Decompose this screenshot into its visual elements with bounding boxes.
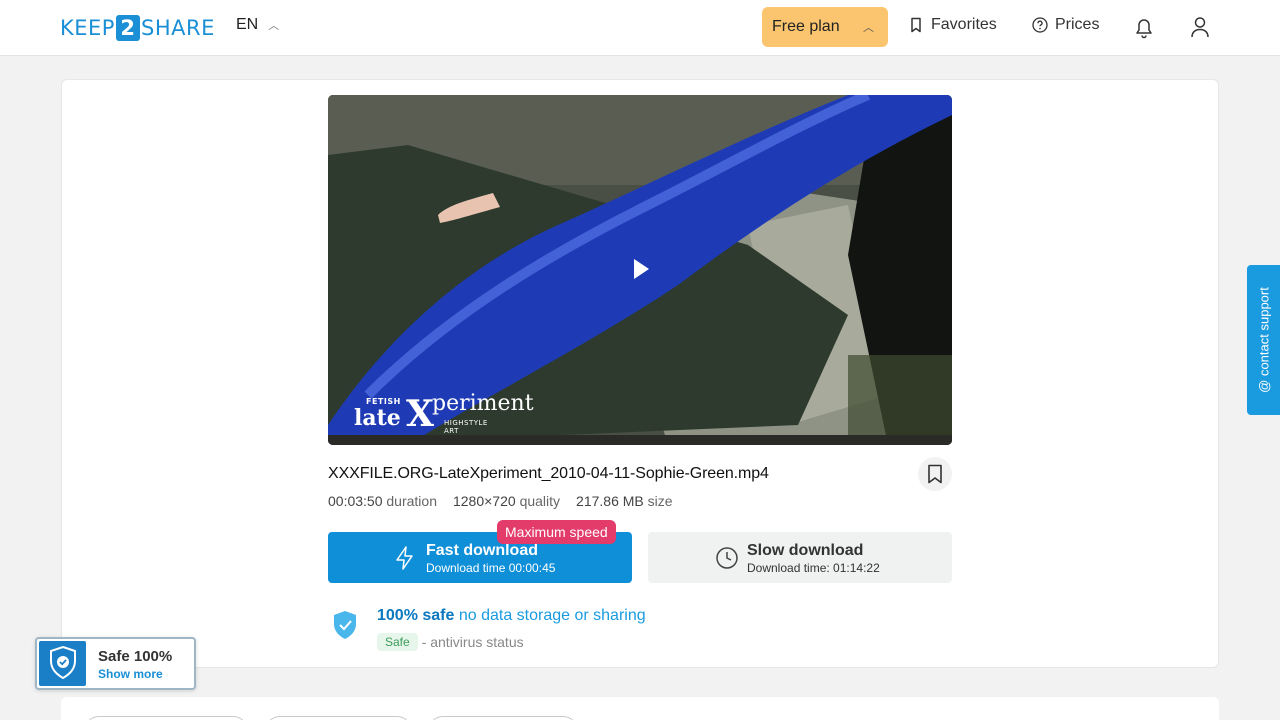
watermark-late: late (354, 405, 401, 431)
safety-bold: 100% safe (377, 607, 455, 624)
quality-meta: 1280×720 quality (452, 493, 561, 509)
fast-download-time: Download time 00:00:45 (426, 561, 556, 575)
shield-icon (39, 641, 86, 686)
favorites-label: Favorites (931, 16, 997, 33)
clock-icon (716, 547, 738, 569)
show-more-link[interactable]: Show more (98, 667, 163, 681)
lightning-icon (396, 546, 413, 570)
bookmark-icon (911, 17, 921, 33)
logo-text-keep: KEEP (60, 16, 115, 40)
favorites-link[interactable]: Favorites (908, 16, 997, 34)
watermark-highstyle: HIGHSTYLE ART (444, 419, 488, 435)
duration-meta: 00:03:50 duration (328, 493, 437, 509)
safe-badge-title: Safe 100% (98, 648, 173, 665)
safe-badge[interactable]: Safe 100% Show more (35, 637, 196, 690)
shield-check-icon (334, 611, 356, 639)
bookmark-icon (928, 464, 942, 484)
video-preview[interactable]: FETISH late X periment HIGHSTYLE ART (328, 95, 952, 445)
fast-download-label: Fast download (426, 542, 538, 559)
slow-download-button[interactable]: Slow download Download time: 01:14:22 (648, 532, 952, 583)
prices-link[interactable]: Prices (1032, 16, 1099, 34)
play-icon[interactable] (632, 258, 650, 280)
safety-statement: 100% safe no data storage or sharing (377, 607, 646, 625)
contact-support-label: @ contact support (1256, 287, 1271, 393)
keep2share-logo[interactable]: KEEP 2 SHARE (60, 14, 215, 42)
language-label: EN (236, 16, 259, 33)
slow-download-label: Slow download (747, 542, 864, 559)
antivirus-status: Safe - antivirus status (377, 633, 524, 651)
top-header: KEEP 2 SHARE EN ︿ Free plan ︿ Favorites … (0, 0, 1280, 56)
file-meta: 00:03:50 duration 1280×720 quality 217.8… (328, 493, 673, 509)
bell-icon[interactable] (1133, 15, 1155, 39)
tab-pill[interactable] (265, 716, 412, 720)
question-circle-icon (1032, 17, 1048, 33)
bookmark-button[interactable] (918, 457, 952, 491)
antivirus-label: - antivirus status (421, 634, 524, 650)
tab-pill[interactable] (428, 716, 578, 720)
tab-pill[interactable] (84, 716, 248, 720)
user-icon[interactable] (1189, 15, 1211, 39)
logo-text-share: SHARE (140, 16, 215, 40)
slow-download-time: Download time: 01:14:22 (747, 561, 880, 575)
size-meta: 217.86 MB size (576, 493, 673, 509)
watermark-x: X (406, 393, 434, 435)
chevron-up-icon: ︿ (863, 22, 874, 34)
file-name: XXXFILE.ORG-LateXperiment_2010-04-11-Sop… (328, 465, 769, 482)
free-plan-label: Free plan (772, 18, 840, 35)
maximum-speed-badge: Maximum speed (497, 520, 616, 544)
language-selector[interactable]: EN ︿ (236, 16, 279, 34)
contact-support-tab[interactable]: @ contact support (1247, 265, 1280, 415)
logo-number: 2 (115, 15, 140, 41)
prices-label: Prices (1055, 16, 1100, 33)
safety-rest: no data storage or sharing (458, 607, 646, 624)
safe-tag: Safe (377, 633, 418, 651)
watermark-periment: periment (432, 391, 534, 416)
chevron-up-icon: ︿ (268, 20, 280, 32)
free-plan-button[interactable]: Free plan ︿ (762, 7, 888, 47)
